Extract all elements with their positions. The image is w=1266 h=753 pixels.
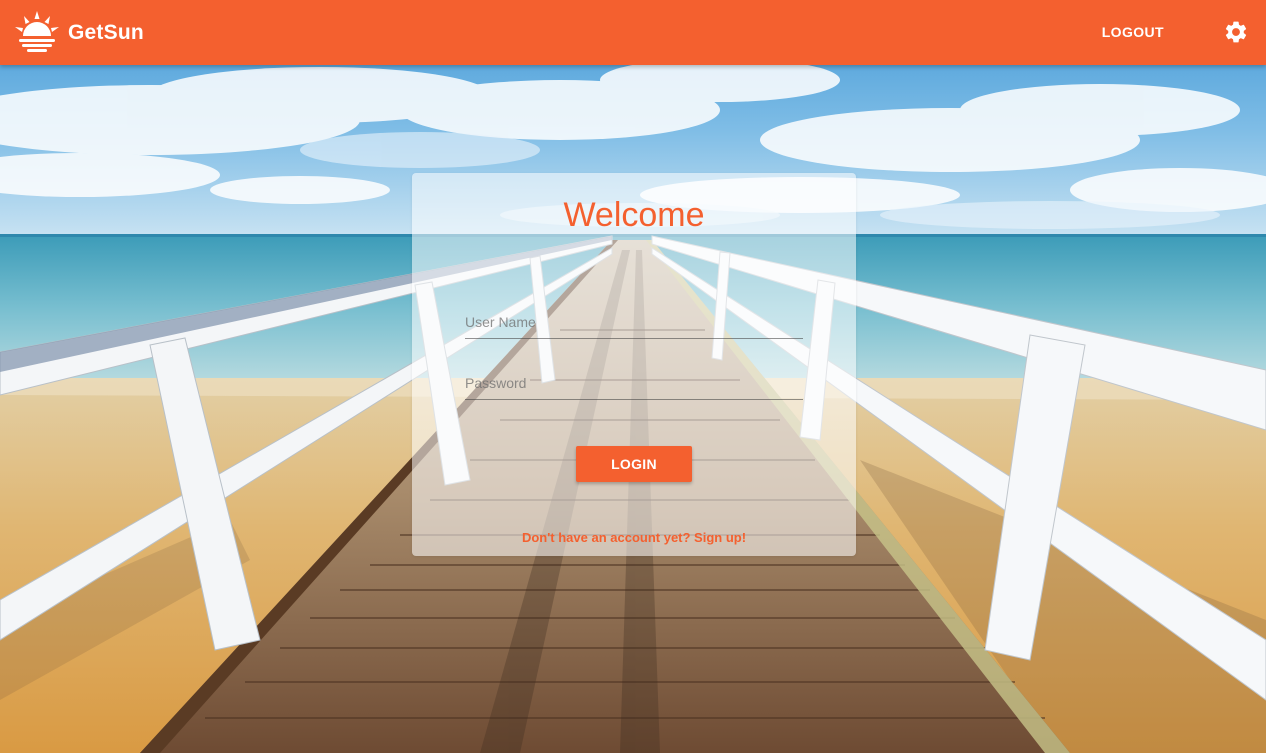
password-input[interactable] xyxy=(465,366,803,400)
top-app-bar: GetSun LOGOUT xyxy=(0,0,1266,65)
logout-button[interactable]: LOGOUT xyxy=(1102,22,1164,42)
signup-link[interactable]: Don't have an account yet? Sign up! xyxy=(412,530,856,545)
username-input[interactable] xyxy=(465,305,803,339)
login-page: GetSun LOGOUT Welcome LOGIN Don't have a… xyxy=(0,0,1266,753)
sun-logo-icon xyxy=(15,11,59,52)
brand-name: GetSun xyxy=(68,21,144,44)
login-button[interactable]: LOGIN xyxy=(576,446,692,482)
gear-icon[interactable] xyxy=(1223,19,1249,45)
welcome-title: Welcome xyxy=(563,196,705,234)
brand[interactable]: GetSun xyxy=(14,11,144,55)
login-card: Welcome LOGIN Don't have an account yet?… xyxy=(412,173,856,556)
